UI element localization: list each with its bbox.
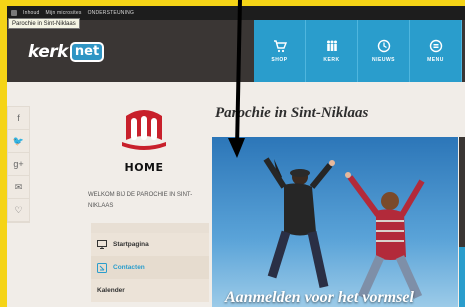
- parish-home-logo[interactable]: HOME: [116, 106, 172, 174]
- side-menu-contacten[interactable]: Contacten: [91, 256, 209, 279]
- site-icon[interactable]: [11, 10, 17, 16]
- side-menu-kalender-label: Kalender: [97, 287, 125, 294]
- topbar-link-inhoud[interactable]: Inhoud: [23, 10, 40, 16]
- contacts-icon: [97, 262, 107, 273]
- side-menu-startpagina[interactable]: Startpagina: [91, 233, 209, 256]
- side-menu-startpagina-label: Startpagina: [113, 241, 149, 248]
- side-menu-kalender[interactable]: Kalender: [91, 279, 209, 302]
- tooltip: Parochie in Sint-Niklaas: [8, 18, 80, 29]
- side-menu-spacer: [91, 223, 209, 233]
- facebook-icon[interactable]: f: [8, 107, 29, 130]
- side-menu-contacten-label: Contacten: [113, 264, 145, 271]
- nav-kerk-label: KERK: [323, 57, 340, 63]
- nav-shop[interactable]: SHOP: [254, 20, 306, 82]
- nav-nieuws-label: NIEUWS: [372, 57, 395, 63]
- menu-icon: [429, 39, 442, 53]
- nav-menu[interactable]: MENU: [410, 20, 462, 82]
- nav-shop-label: SHOP: [271, 57, 288, 63]
- nav-nieuws[interactable]: NIEUWS: [358, 20, 410, 82]
- googleplus-icon[interactable]: g+: [8, 153, 29, 176]
- social-share-bar: f 🐦 g+ ✉ ♡: [7, 106, 30, 223]
- site-header: kerk net SHOP KERK NIEUWS MENU: [7, 20, 465, 82]
- people-icon: [326, 40, 337, 51]
- twitter-icon[interactable]: 🐦: [8, 130, 29, 153]
- logo-text-net: net: [69, 42, 105, 62]
- main-nav: SHOP KERK NIEUWS MENU: [254, 20, 462, 82]
- clock-icon: [377, 39, 390, 53]
- welcome-text: WELKOM BIJ DE PAROCHIE IN SINT-NIKLAAS: [88, 192, 193, 209]
- page-title: Parochie in Sint-Niklaas: [215, 105, 369, 121]
- kerknet-logo[interactable]: kerk net: [28, 42, 105, 62]
- side-menu: Startpagina Contacten Kalender: [91, 223, 209, 302]
- cart-icon: [273, 40, 287, 53]
- parish-logo-graphic: [122, 110, 166, 150]
- monitor-icon: [97, 240, 107, 249]
- topbar-link-ondersteuning[interactable]: ONDERSTEUNING: [88, 10, 135, 16]
- mail-icon[interactable]: ✉: [8, 176, 29, 199]
- nav-kerk[interactable]: KERK: [306, 20, 358, 82]
- hero-photo: [212, 137, 458, 307]
- heart-icon[interactable]: ♡: [8, 199, 29, 222]
- next-slide-strip[interactable]: [459, 137, 465, 247]
- hero-caption[interactable]: Aanmelden voor het vormsel: [225, 289, 414, 307]
- hero-banner[interactable]: Aanmelden voor het vormsel: [212, 137, 458, 307]
- next-slide-accent: [459, 247, 465, 307]
- nav-menu-label: MENU: [427, 57, 444, 63]
- home-logo-label: HOME: [124, 161, 164, 174]
- logo-text-kerk: kerk: [28, 42, 68, 62]
- topbar-link-microsites[interactable]: Mijn microsites: [46, 10, 82, 16]
- browser-screen: Inhoud Mijn microsites ONDERSTEUNING Par…: [7, 6, 465, 307]
